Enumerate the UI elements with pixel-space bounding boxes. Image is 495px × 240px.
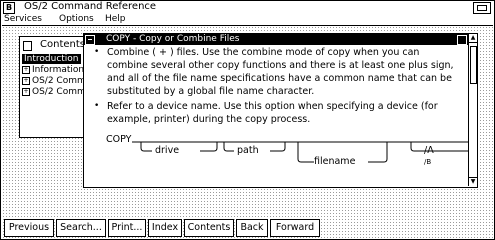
menu-bar: Services Options Help	[2, 14, 493, 26]
syntax-path: path	[237, 145, 259, 156]
forward-button[interactable]: Forward	[270, 219, 320, 237]
scroll-down-arrow-icon[interactable]: ▼	[469, 177, 477, 186]
syntax-diagram: COPY drive path filename /A /B	[84, 130, 468, 186]
paragraph-combine-files: Combine ( + ) files. Use the combine mod…	[107, 47, 454, 97]
bullet-icon: •	[94, 47, 100, 57]
print-button[interactable]: Print...	[108, 219, 146, 237]
back-button[interactable]: Back	[236, 219, 268, 237]
syntax-option-b: /B	[424, 158, 432, 166]
scroll-thumb[interactable]	[470, 46, 477, 84]
contents-item-label: Information	[32, 65, 85, 75]
application-window: B OS/2 Command Reference Services Option…	[0, 0, 495, 240]
contents-button[interactable]: Contents	[184, 219, 234, 237]
app-title: OS/2 Command Reference	[24, 1, 157, 12]
system-menu-icon[interactable]: B	[3, 2, 15, 14]
panel-title-bar: COPY - Copy or Combine Files	[84, 34, 468, 45]
maximize-button[interactable]	[473, 2, 491, 14]
title-bar: B OS/2 Command Reference	[2, 1, 493, 14]
contents-item-os2-commands[interactable]: + OS/2 Comma	[22, 76, 91, 86]
search-button[interactable]: Search...	[56, 219, 106, 237]
contents-item-label: Introduction	[24, 54, 79, 64]
book-icon	[23, 41, 32, 51]
menu-options[interactable]: Options	[59, 14, 94, 25]
paragraph-device-name: Refer to a device name. Use this option …	[107, 101, 438, 125]
expand-icon[interactable]: +	[22, 65, 30, 74]
panel-title: COPY - Copy or Combine Files	[106, 34, 240, 44]
vertical-scrollbar[interactable]: ▲ ▼	[468, 34, 477, 186]
menu-help[interactable]: Help	[105, 14, 126, 25]
expand-icon[interactable]: +	[22, 76, 30, 85]
panel-maximize-button[interactable]	[457, 35, 467, 45]
panel-system-menu-icon[interactable]	[85, 35, 95, 45]
help-panel-window: COPY - Copy or Combine Files ▲ ▼ • Combi…	[83, 33, 478, 188]
workspace: Contents Introduction + Information + OS/2…	[2, 26, 493, 238]
expand-icon[interactable]: +	[22, 87, 30, 96]
menu-services[interactable]: Services	[4, 14, 42, 25]
contents-item-introduction[interactable]: Introduction	[22, 54, 81, 64]
contents-item-information[interactable]: + Information	[22, 65, 84, 75]
index-button[interactable]: Index	[148, 219, 182, 237]
previous-button[interactable]: Previous	[4, 219, 54, 237]
scroll-up-arrow-icon[interactable]: ▲	[469, 34, 477, 43]
syntax-option-a: /A	[424, 145, 434, 156]
contents-title: Contents	[40, 39, 85, 50]
syntax-drive: drive	[155, 145, 180, 156]
syntax-lines	[132, 141, 468, 163]
bullet-icon: •	[94, 101, 100, 111]
syntax-command: COPY	[106, 134, 132, 145]
contents-item-os2-commands-2[interactable]: + OS/2 Comma	[22, 87, 91, 97]
syntax-filename: filename	[314, 156, 356, 167]
